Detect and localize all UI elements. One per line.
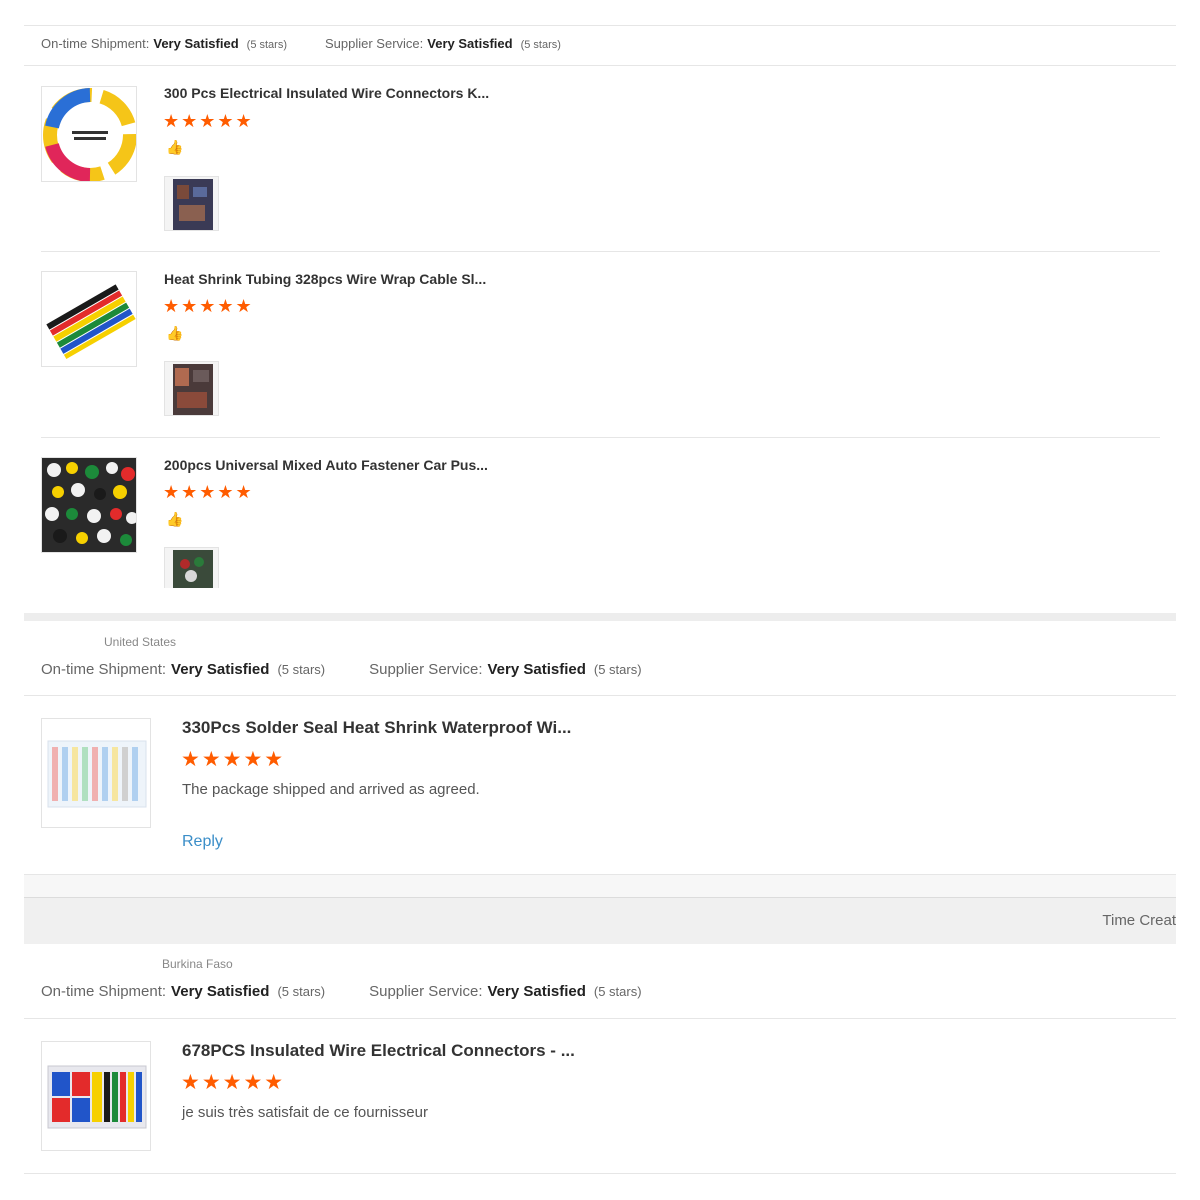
review-comment: The package shipped and arrived as agree… xyxy=(182,781,480,798)
service-value: Very Satisfied xyxy=(487,983,586,1000)
review-photo-image xyxy=(165,177,218,230)
time-created-column-header[interactable]: Time Creat xyxy=(1102,912,1176,929)
rating-stars: ★★★★★ xyxy=(163,111,254,131)
auto-fasteners-image xyxy=(42,458,136,552)
buyer-country: United States xyxy=(104,635,177,649)
wire-connector-ring-image xyxy=(43,88,136,181)
service-value: Very Satisfied xyxy=(487,661,586,678)
shipment-stars: (5 stars) xyxy=(277,984,326,999)
review-photo-image xyxy=(165,362,218,415)
buyer-country: Burkina Faso xyxy=(162,957,233,971)
shipment-value: Very Satisfied xyxy=(153,36,239,51)
table-header-bar: Time Creat xyxy=(24,897,1176,944)
heat-shrink-tubing-image xyxy=(46,284,136,360)
shipment-stars: (5 stars) xyxy=(246,39,287,51)
product-thumbnail[interactable] xyxy=(41,1041,151,1151)
service-label: Supplier Service: xyxy=(369,661,483,678)
solder-seal-connectors-image xyxy=(47,740,147,808)
divider xyxy=(41,437,1160,438)
shipment-value: Very Satisfied xyxy=(171,983,270,1000)
service-stars: (5 stars) xyxy=(520,39,561,51)
service-stars: (5 stars) xyxy=(593,662,642,677)
service-label: Supplier Service: xyxy=(325,36,424,51)
divider xyxy=(24,1173,1176,1174)
shipment-label: On-time Shipment: xyxy=(41,661,167,678)
service-stars: (5 stars) xyxy=(593,984,642,999)
product-thumbnail[interactable] xyxy=(41,718,151,828)
product-thumbnail[interactable] xyxy=(41,457,137,553)
review-photo[interactable] xyxy=(164,361,219,416)
ratings-row: On-time Shipment: Very Satisfied (5 star… xyxy=(41,661,642,678)
divider xyxy=(41,251,1160,252)
product-title[interactable]: Heat Shrink Tubing 328pcs Wire Wrap Cabl… xyxy=(164,271,486,287)
ratings-row: On-time Shipment: Very Satisfied (5 star… xyxy=(41,983,642,1000)
product-thumbnail[interactable] xyxy=(41,86,137,182)
ratings-row: On-time Shipment: Very Satisfied (5 star… xyxy=(41,36,561,51)
rating-stars: ★★★★★ xyxy=(163,296,254,316)
insulated-connectors-kit-image xyxy=(47,1065,147,1129)
rating-stars: ★★★★★ xyxy=(181,748,286,771)
thumbs-up-icon: 👍 xyxy=(166,325,184,341)
divider xyxy=(24,65,1176,66)
section-spacer xyxy=(24,875,1176,897)
section-separator xyxy=(24,613,1176,621)
rating-stars: ★★★★★ xyxy=(181,1071,286,1094)
rating-stars: ★★★★★ xyxy=(163,482,254,502)
thumbs-up-icon: 👍 xyxy=(166,139,184,155)
divider xyxy=(24,25,1176,26)
review-photo-image xyxy=(165,548,218,588)
shipment-label: On-time Shipment: xyxy=(41,36,150,51)
product-thumbnail[interactable] xyxy=(41,271,137,367)
product-title[interactable]: 200pcs Universal Mixed Auto Fastener Car… xyxy=(164,457,488,473)
product-title[interactable]: 300 Pcs Electrical Insulated Wire Connec… xyxy=(164,85,489,101)
product-title[interactable]: 330Pcs Solder Seal Heat Shrink Waterproo… xyxy=(182,718,571,738)
product-title[interactable]: 678PCS Insulated Wire Electrical Connect… xyxy=(182,1041,575,1061)
review-comment: je suis très satisfait de ce fournisseur xyxy=(182,1104,428,1121)
shipment-label: On-time Shipment: xyxy=(41,983,167,1000)
thumbs-up-icon: 👍 xyxy=(166,511,184,527)
reply-link[interactable]: Reply xyxy=(182,833,223,851)
divider xyxy=(24,1018,1176,1019)
divider xyxy=(24,695,1176,696)
review-photo[interactable] xyxy=(164,176,219,231)
shipment-stars: (5 stars) xyxy=(277,662,326,677)
service-label: Supplier Service: xyxy=(369,983,483,1000)
service-value: Very Satisfied xyxy=(427,36,513,51)
shipment-value: Very Satisfied xyxy=(171,661,270,678)
review-photo[interactable] xyxy=(164,547,219,588)
